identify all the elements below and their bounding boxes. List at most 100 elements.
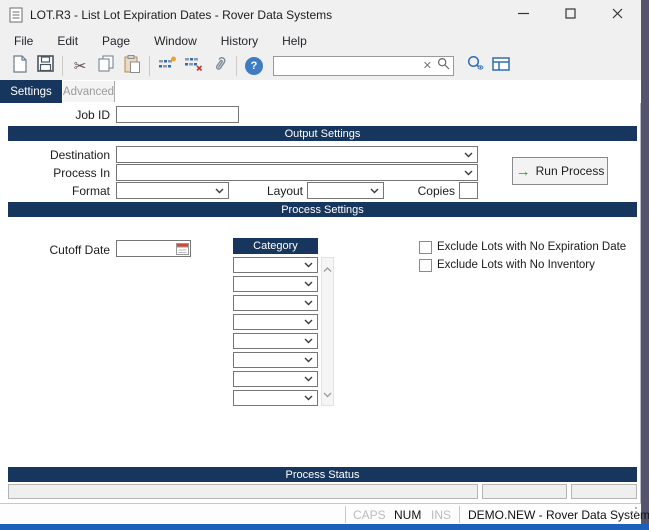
chevron-down-icon	[304, 262, 313, 268]
layout-label: Layout	[193, 184, 303, 198]
search-input[interactable]	[274, 58, 414, 74]
chevron-down-icon	[464, 152, 473, 158]
caps-indicator: CAPS	[353, 508, 386, 522]
process-status-band: Process Status	[8, 467, 637, 482]
category-scrollbar[interactable]	[321, 257, 334, 406]
process-settings-band: Process Settings	[8, 202, 637, 217]
app-document-icon	[9, 7, 23, 28]
job-id-input[interactable]	[116, 106, 239, 123]
toolbar-separator	[62, 56, 63, 76]
category-select[interactable]	[233, 390, 318, 406]
chevron-down-icon	[304, 319, 313, 325]
process-status-message-field	[8, 484, 478, 499]
cut-button[interactable]: ✂	[67, 54, 93, 78]
process-status-count-field	[571, 484, 637, 499]
maximize-icon	[565, 6, 576, 24]
category-select[interactable]	[233, 257, 318, 273]
menu-item-help[interactable]: Help	[270, 31, 319, 51]
category-select[interactable]	[233, 371, 318, 387]
taskbar-strip	[0, 524, 649, 530]
cutoff-date-field	[116, 240, 191, 257]
category-select[interactable]	[233, 352, 318, 368]
run-arrow-icon: →	[516, 164, 531, 179]
browse-table-button[interactable]	[488, 54, 514, 78]
destination-select[interactable]	[116, 146, 478, 163]
num-indicator: NUM	[394, 508, 421, 522]
category-select[interactable]	[233, 314, 318, 330]
desktop-background-strip	[641, 0, 649, 530]
status-bar: CAPS NUM INS DEMO.NEW - Rover Data Syste…	[0, 503, 641, 524]
chevron-down-icon	[304, 281, 313, 287]
maximize-button[interactable]	[547, 0, 594, 30]
app-window: LOT.R3 - List Lot Expiration Dates - Rov…	[0, 0, 641, 524]
chevron-down-icon	[304, 300, 313, 306]
toolbar-search: ✕	[273, 56, 454, 76]
copy-icon	[98, 55, 114, 77]
close-button[interactable]	[594, 0, 641, 30]
delete-item-button[interactable]	[180, 54, 206, 78]
run-process-button[interactable]: → Run Process	[512, 157, 608, 185]
output-settings-band: Output Settings	[8, 126, 637, 141]
toolbar: ✂ ? ✕	[0, 52, 641, 80]
exclude-no-inventory-checkbox[interactable]	[419, 259, 432, 272]
help-icon: ?	[245, 57, 263, 75]
clear-search-icon[interactable]: ✕	[423, 61, 432, 72]
process-status-progress-field	[482, 484, 567, 499]
menu-bar: File Edit Page Window History Help	[0, 30, 641, 52]
exclude-no-expiration-checkbox[interactable]	[419, 241, 432, 254]
attachment-button[interactable]	[206, 54, 232, 78]
menu-item-edit[interactable]: Edit	[45, 31, 90, 51]
category-list	[233, 257, 318, 406]
tab-row: Settings Advanced	[0, 80, 641, 103]
cutoff-date-label: Cutoff Date	[0, 243, 110, 257]
add-item-button[interactable]	[154, 54, 180, 78]
resize-grip-icon[interactable]	[626, 506, 638, 521]
lookup-button[interactable]	[462, 54, 488, 78]
status-separator	[345, 506, 346, 523]
exclude-no-expiration-label: Exclude Lots with No Expiration Date	[437, 241, 626, 253]
search-icon[interactable]	[437, 57, 450, 75]
destination-label: Destination	[0, 148, 110, 162]
new-document-icon	[12, 55, 27, 78]
copies-label: Copies	[345, 184, 455, 198]
lookup-eye-icon	[466, 55, 485, 77]
cut-icon: ✂	[74, 59, 87, 74]
chevron-down-icon	[304, 357, 313, 363]
scroll-up-icon[interactable]	[323, 260, 332, 278]
window-controls	[500, 0, 641, 30]
window-title: LOT.R3 - List Lot Expiration Dates - Rov…	[30, 8, 332, 22]
save-button[interactable]	[32, 54, 58, 78]
ins-indicator: INS	[431, 508, 451, 522]
new-document-button[interactable]	[6, 54, 32, 78]
format-label: Format	[0, 184, 110, 198]
calendar-icon[interactable]	[176, 242, 189, 260]
scroll-down-icon[interactable]	[323, 385, 332, 403]
copies-input[interactable]	[459, 182, 478, 199]
close-icon	[612, 6, 623, 24]
add-item-icon	[158, 56, 177, 76]
category-select[interactable]	[233, 333, 318, 349]
exclude-no-inventory-label: Exclude Lots with No Inventory	[437, 259, 595, 271]
category-select[interactable]	[233, 295, 318, 311]
chevron-down-icon	[304, 376, 313, 382]
status-message: DEMO.NEW - Rover Data Systems	[468, 508, 649, 522]
process-in-select[interactable]	[116, 164, 478, 181]
menu-item-page[interactable]: Page	[90, 31, 142, 51]
tab-settings[interactable]: Settings	[0, 80, 62, 103]
menu-item-file[interactable]: File	[2, 31, 45, 51]
menu-item-window[interactable]: Window	[142, 31, 209, 51]
status-separator	[459, 506, 460, 523]
process-in-label: Process In	[0, 166, 110, 180]
help-button[interactable]: ?	[241, 54, 267, 78]
copy-button[interactable]	[93, 54, 119, 78]
minimize-icon	[518, 6, 529, 24]
paste-button[interactable]	[119, 54, 145, 78]
tab-advanced[interactable]: Advanced	[63, 81, 115, 102]
title-bar[interactable]: LOT.R3 - List Lot Expiration Dates - Rov…	[0, 0, 641, 30]
category-select[interactable]	[233, 276, 318, 292]
paste-icon	[124, 55, 140, 78]
job-id-label: Job ID	[0, 108, 110, 122]
menu-item-history[interactable]: History	[209, 31, 270, 51]
chevron-down-icon	[464, 170, 473, 176]
minimize-button[interactable]	[500, 0, 547, 30]
